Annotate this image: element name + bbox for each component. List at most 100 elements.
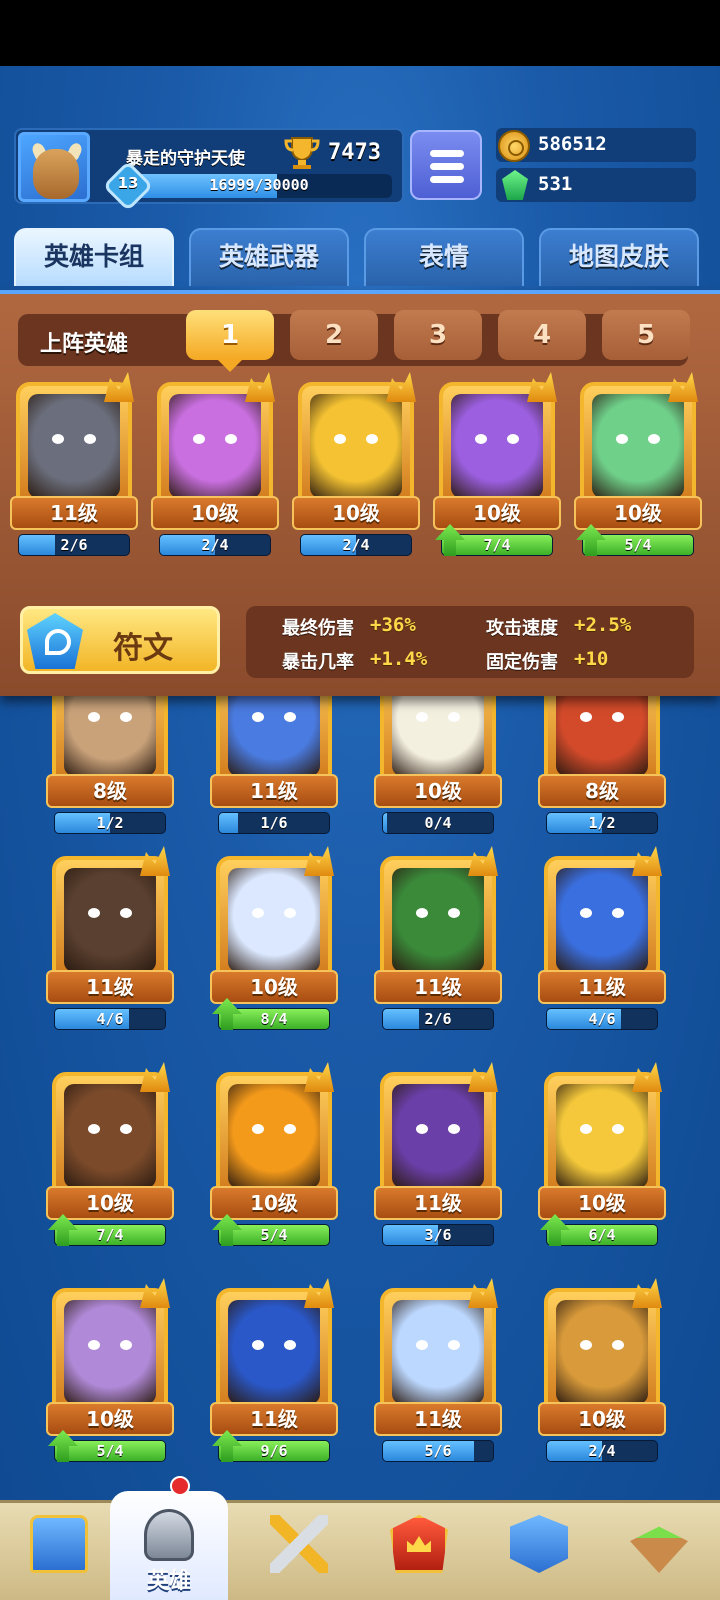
stat-value: +2.5% [574, 614, 632, 636]
card-progress-bar: 2/6 [18, 534, 130, 556]
hero-card[interactable]: 11级 2/6 [10, 372, 138, 562]
card-progress-bar: 1/2 [546, 812, 658, 834]
hero-eyes [88, 1340, 132, 1350]
hero-eyes [580, 1340, 624, 1350]
card-progress-text: 2/6 [424, 1010, 452, 1028]
hero-level: 10级 [574, 496, 702, 530]
stats-box: 最终伤害 +36% 攻击速度 +2.5% 暴击几率 +1.4% 固定伤害 +10 [246, 606, 694, 678]
hero-level: 11级 [210, 1402, 338, 1436]
coin-counter[interactable]: 586512 [496, 128, 696, 162]
card-progress-bar: 1/2 [54, 812, 166, 834]
hero-eyes [88, 1124, 132, 1134]
tab-map-skins[interactable]: 地图皮肤 [539, 228, 699, 286]
hero-card[interactable]: 11级 5/6 [374, 1278, 502, 1468]
card-progress-bar: 2/6 [382, 1008, 494, 1030]
hero-eyes [88, 908, 132, 918]
hero-portrait [28, 394, 120, 498]
card-progress-text: 3/6 [424, 1226, 452, 1244]
card-progress-bar: 3/6 [382, 1224, 494, 1246]
hero-card[interactable]: 10级 2/4 [151, 372, 279, 562]
deck-tab-3[interactable]: 3 [394, 310, 482, 360]
card-progress-bar: 5/6 [382, 1440, 494, 1462]
card-progress-bar: 2/4 [300, 534, 412, 556]
hero-eyes [580, 908, 624, 918]
hero-portrait [592, 394, 684, 498]
bottom-nav: 英雄 [0, 1491, 720, 1600]
tab-hero-weapons[interactable]: 英雄武器 [189, 228, 349, 286]
hero-portrait [228, 1300, 320, 1404]
hero-card[interactable]: 11级 3/6 [374, 1062, 502, 1252]
hero-card[interactable]: 10级 5/4 [574, 372, 702, 562]
hero-level: 10级 [46, 1186, 174, 1220]
hero-eyes [193, 434, 237, 444]
rune-icon [27, 613, 83, 669]
hero-card[interactable]: 10级 7/4 [46, 1062, 174, 1252]
stat-label: 暴击几率 [282, 652, 354, 673]
nav-island[interactable] [600, 1503, 718, 1600]
rune-button[interactable]: 符文 [20, 606, 220, 674]
hero-card[interactable]: 10级 2/4 [292, 372, 420, 562]
team-label: 上阵英雄 [40, 332, 129, 357]
nav-battle[interactable] [240, 1503, 358, 1600]
deck-tab-1[interactable]: 1 [186, 310, 274, 372]
status-bar [0, 0, 720, 66]
card-progress-bar: 2/4 [546, 1440, 658, 1462]
menu-button[interactable] [410, 130, 482, 200]
hero-level: 10级 [46, 1402, 174, 1436]
avatar[interactable] [18, 132, 90, 202]
hero-card[interactable]: 10级 5/4 [46, 1278, 174, 1468]
hero-eyes [88, 712, 132, 722]
hero-eyes [252, 1124, 296, 1134]
xp-text: 16999/30000 [209, 176, 309, 194]
header: 暴走的守护天使 7473 16999/30000 13 586512 531 [14, 128, 696, 212]
hero-eyes [416, 1340, 460, 1350]
hero-level: 10级 [538, 1186, 666, 1220]
hero-level: 11级 [46, 970, 174, 1004]
hero-level: 8级 [46, 774, 174, 808]
hero-eyes [416, 712, 460, 722]
hero-portrait [64, 1300, 156, 1404]
trophy-icon [284, 137, 320, 169]
trophy-count: 7473 [328, 140, 381, 165]
nav-social[interactable] [480, 1503, 598, 1600]
tab-emotes[interactable]: 表情 [364, 228, 524, 286]
stat-value: +10 [574, 648, 609, 670]
deck-tab-4[interactable]: 4 [498, 310, 586, 360]
card-progress-text: 1/6 [260, 814, 288, 832]
rune-label: 符文 [113, 631, 173, 666]
deck-tab-5[interactable]: 5 [602, 310, 690, 360]
card-progress-text: 2/4 [201, 536, 229, 554]
gem-value: 531 [538, 173, 573, 195]
hero-eyes [334, 434, 378, 444]
deck-tab-2[interactable]: 2 [290, 310, 378, 360]
hero-card[interactable]: 10级 5/4 [210, 1062, 338, 1252]
hero-portrait [169, 394, 261, 498]
hero-eyes [475, 434, 519, 444]
nav-heroes[interactable]: 英雄 [110, 1491, 228, 1600]
hero-eyes [52, 434, 96, 444]
swords-icon [270, 1515, 328, 1573]
hero-portrait [228, 1084, 320, 1188]
hero-card[interactable]: 10级 6/4 [538, 1062, 666, 1252]
hero-card[interactable]: 11级 9/6 [210, 1278, 338, 1468]
nav-ranking[interactable] [360, 1503, 478, 1600]
hero-card[interactable]: 10级 2/4 [538, 1278, 666, 1468]
hero-card[interactable]: 11级 4/6 [538, 846, 666, 1036]
card-progress-text: 1/2 [588, 814, 616, 832]
social-icon [510, 1515, 568, 1573]
hero-portrait [228, 868, 320, 972]
hero-level: 11级 [538, 970, 666, 1004]
profile-panel[interactable]: 暴走的守护天使 7473 16999/30000 13 [14, 128, 404, 212]
nav-shop[interactable] [0, 1503, 118, 1600]
tab-hero-deck[interactable]: 英雄卡组 [14, 228, 174, 286]
hero-card[interactable]: 10级 8/4 [210, 846, 338, 1036]
card-progress-bar: 0/4 [382, 812, 494, 834]
hero-card[interactable]: 11级 4/6 [46, 846, 174, 1036]
card-progress-text: 5/6 [424, 1442, 452, 1460]
hero-card[interactable]: 10级 7/4 [433, 372, 561, 562]
xp-bar: 16999/30000 [126, 174, 392, 198]
hero-portrait [556, 1084, 648, 1188]
hero-card[interactable]: 11级 2/6 [374, 846, 502, 1036]
card-progress-bar: 1/6 [218, 812, 330, 834]
gem-counter[interactable]: 531 [496, 168, 696, 202]
